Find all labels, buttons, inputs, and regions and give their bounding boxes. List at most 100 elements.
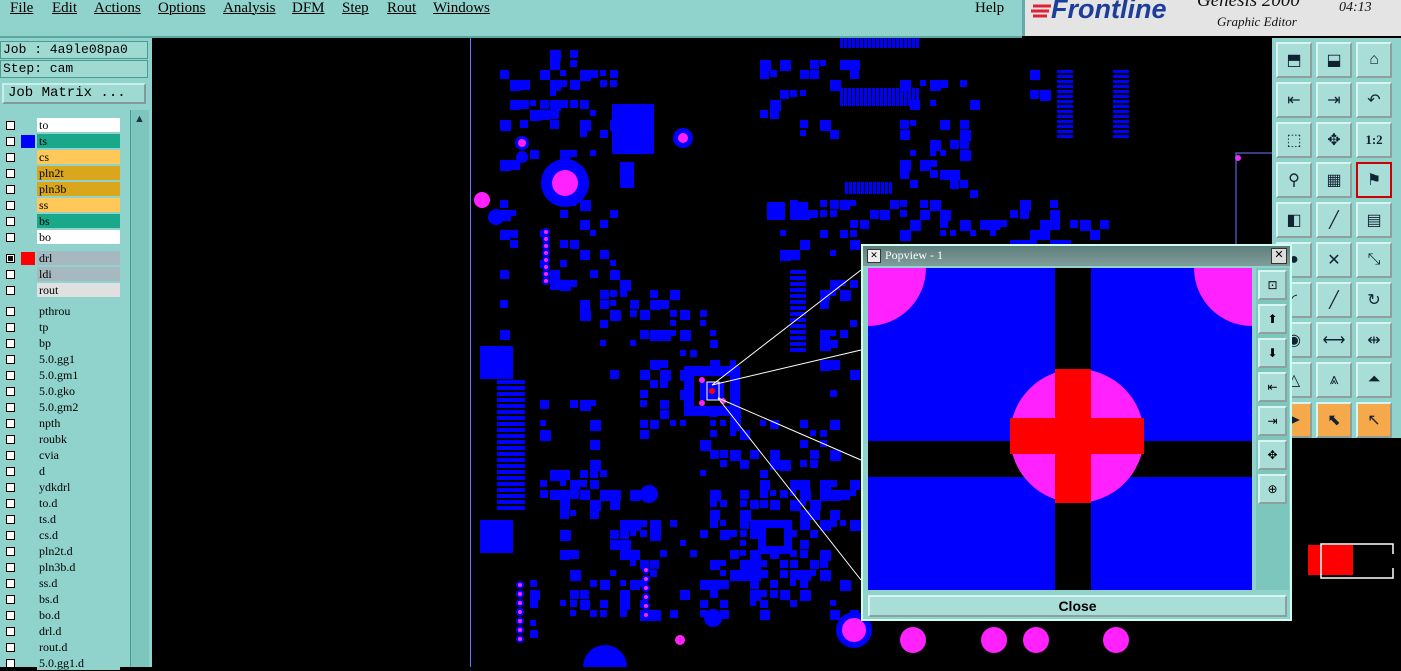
layer-row-5-0-gm1[interactable]: 5.0.gm1 bbox=[2, 368, 120, 383]
layer-row-bs-d[interactable]: bs.d bbox=[2, 592, 120, 607]
undo-zoom-icon[interactable]: ↶ bbox=[1356, 82, 1392, 118]
rotate-icon[interactable]: ↻ bbox=[1356, 282, 1392, 318]
layer-checkbox[interactable] bbox=[6, 419, 15, 428]
layer-checkbox[interactable] bbox=[6, 323, 15, 332]
layer-row-5-0-gko[interactable]: 5.0.gko bbox=[2, 384, 120, 399]
layer-row-pthrou[interactable]: pthrou bbox=[2, 304, 120, 319]
select-icon[interactable]: ◧ bbox=[1276, 202, 1312, 238]
layer-checkbox[interactable] bbox=[6, 153, 15, 162]
layer-checkbox[interactable] bbox=[6, 563, 15, 572]
layer-row-bs[interactable]: bs bbox=[2, 214, 120, 229]
layer-row-tp[interactable]: tp bbox=[2, 320, 120, 335]
layer-row-d[interactable]: d bbox=[2, 464, 120, 479]
close-icon[interactable]: ✕ bbox=[1271, 248, 1287, 264]
resize-icon[interactable]: ⇹ bbox=[1356, 322, 1392, 358]
layer-checkbox[interactable] bbox=[6, 387, 15, 396]
measure-icon[interactable]: ⚲ bbox=[1276, 162, 1312, 198]
home-icon[interactable]: ⌂ bbox=[1356, 42, 1392, 78]
layer-checkbox[interactable] bbox=[6, 339, 15, 348]
layer-row-5-0-gg1-d[interactable]: 5.0.gg1.d bbox=[2, 656, 120, 671]
layer-checkbox[interactable] bbox=[6, 270, 15, 279]
layer-row-5-0-gm2[interactable]: 5.0.gm2 bbox=[2, 400, 120, 415]
menu-edit[interactable]: Edit bbox=[52, 0, 77, 17]
layer-checkbox[interactable] bbox=[6, 531, 15, 540]
layer-checkbox[interactable] bbox=[6, 403, 15, 412]
diagonal-icon[interactable]: ╱ bbox=[1316, 282, 1352, 318]
layer-row-roubk[interactable]: roubk bbox=[2, 432, 120, 447]
layer-checkbox[interactable] bbox=[6, 169, 15, 178]
layer-checkbox[interactable] bbox=[6, 483, 15, 492]
layer-row-cvia[interactable]: cvia bbox=[2, 448, 120, 463]
layer-checkbox[interactable] bbox=[6, 185, 15, 194]
pan-left-icon[interactable]: ⇤ bbox=[1276, 82, 1312, 118]
fit-all-icon[interactable]: ✥ bbox=[1258, 440, 1287, 470]
menu-windows[interactable]: Windows bbox=[433, 0, 490, 17]
line-icon[interactable]: ╱ bbox=[1316, 202, 1352, 238]
pointer-circle-icon[interactable]: ↖ bbox=[1356, 402, 1392, 438]
layer-row-drl-d[interactable]: drl.d bbox=[2, 624, 120, 639]
window-menu-icon[interactable]: ✕ bbox=[867, 249, 881, 263]
layer-row-rout-d[interactable]: rout.d bbox=[2, 640, 120, 655]
scroll-up-icon[interactable]: ▲ bbox=[134, 113, 145, 125]
layer-scrollbar[interactable]: ▲ bbox=[130, 110, 149, 667]
layer-row-to-d[interactable]: to.d bbox=[2, 496, 120, 511]
layer-checkbox[interactable] bbox=[6, 515, 15, 524]
grid-icon[interactable]: ▦ bbox=[1316, 162, 1352, 198]
layer-row-pln2t-d[interactable]: pln2t.d bbox=[2, 544, 120, 559]
layer-checkbox[interactable] bbox=[6, 233, 15, 242]
layer-row-ss-d[interactable]: ss.d bbox=[2, 576, 120, 591]
layer-checkbox[interactable] bbox=[6, 137, 15, 146]
layer-row-npth[interactable]: npth bbox=[2, 416, 120, 431]
zoom-window-icon[interactable]: ⊡ bbox=[1258, 270, 1287, 300]
layer-row-rout[interactable]: rout bbox=[2, 283, 120, 298]
menu-options[interactable]: Options bbox=[158, 0, 206, 17]
layer-checkbox[interactable] bbox=[6, 201, 15, 210]
layer-row-pln2t[interactable]: pln2t bbox=[2, 166, 120, 181]
center-icon[interactable]: ✥ bbox=[1316, 122, 1352, 158]
layer-checkbox[interactable] bbox=[6, 355, 15, 364]
menu-help[interactable]: Help bbox=[975, 0, 1004, 17]
menu-step[interactable]: Step bbox=[342, 0, 369, 17]
layer-checkbox[interactable] bbox=[6, 451, 15, 460]
pointer-box-icon[interactable]: ⬉ bbox=[1316, 402, 1352, 438]
layer-row-cs-d[interactable]: cs.d bbox=[2, 528, 120, 543]
layer-row-bp[interactable]: bp bbox=[2, 336, 120, 351]
left-icon[interactable]: ⇤ bbox=[1258, 372, 1287, 402]
layer-checkbox[interactable] bbox=[6, 611, 15, 620]
layer-row-to[interactable]: to bbox=[2, 118, 120, 133]
menu-rout[interactable]: Rout bbox=[387, 0, 416, 17]
layer-row-drl[interactable]: drl bbox=[2, 251, 120, 266]
ratio-icon[interactable]: 1:2 bbox=[1356, 122, 1392, 158]
layer-checkbox[interactable] bbox=[6, 579, 15, 588]
popview-canvas[interactable] bbox=[868, 268, 1252, 590]
popview-titlebar[interactable]: ✕ Popview - 1 ✕ bbox=[863, 246, 1290, 266]
layer-checkbox[interactable] bbox=[6, 121, 15, 130]
layer-row-ss[interactable]: ss bbox=[2, 198, 120, 213]
menu-file[interactable]: File bbox=[10, 0, 33, 17]
right-icon[interactable]: ⇥ bbox=[1258, 406, 1287, 436]
edge-icon[interactable]: ⟷ bbox=[1316, 322, 1352, 358]
layer-row-pln3b-d[interactable]: pln3b.d bbox=[2, 560, 120, 575]
layer-down-icon[interactable]: ⬓ bbox=[1316, 42, 1352, 78]
layer-row-bo[interactable]: bo bbox=[2, 230, 120, 245]
layer-checkbox[interactable] bbox=[6, 286, 15, 295]
center-all-icon[interactable]: ⊕ bbox=[1258, 474, 1287, 504]
menu-actions[interactable]: Actions bbox=[94, 0, 141, 17]
snap-icon[interactable]: ⚑ bbox=[1356, 162, 1392, 198]
layer-row-bo-d[interactable]: bo.d bbox=[2, 608, 120, 623]
layer-row-ldi[interactable]: ldi bbox=[2, 267, 120, 282]
layer-checkbox[interactable] bbox=[6, 547, 15, 556]
layer-checkbox[interactable] bbox=[6, 307, 15, 316]
layer-checkbox[interactable] bbox=[6, 254, 15, 263]
layer-row-pln3b[interactable]: pln3b bbox=[2, 182, 120, 197]
lower-icon[interactable]: ⬇ bbox=[1258, 338, 1287, 368]
layer-checkbox[interactable] bbox=[6, 643, 15, 652]
layer-row-ts[interactable]: ts bbox=[2, 134, 120, 149]
layer-row-5-0-gg1[interactable]: 5.0.gg1 bbox=[2, 352, 120, 367]
triangle-line-icon[interactable]: ⏶ bbox=[1356, 362, 1392, 398]
layer-checkbox[interactable] bbox=[6, 217, 15, 226]
layer-checkbox[interactable] bbox=[6, 467, 15, 476]
menu-dfm[interactable]: DFM bbox=[292, 0, 325, 17]
triangle-up-icon[interactable]: ⩓ bbox=[1316, 362, 1352, 398]
layer-checkbox[interactable] bbox=[6, 371, 15, 380]
